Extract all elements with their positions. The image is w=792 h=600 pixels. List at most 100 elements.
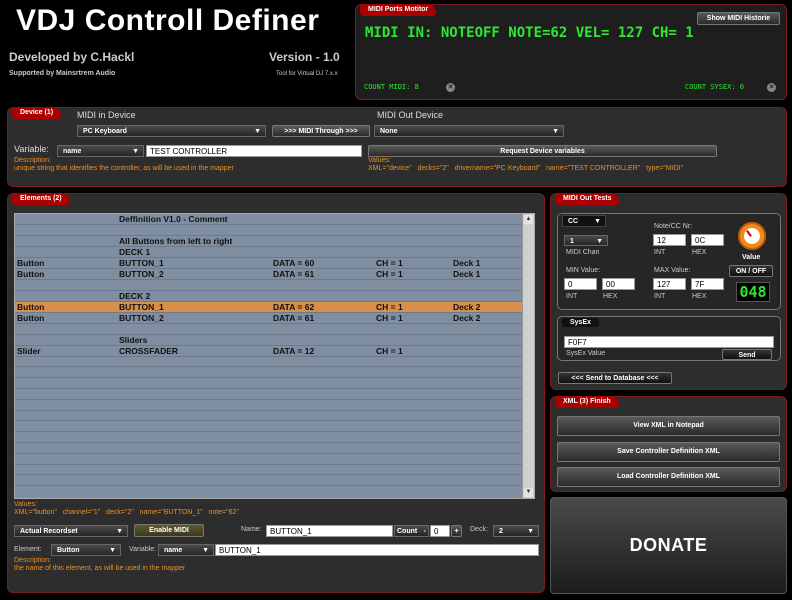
count-plus-button[interactable]: + xyxy=(451,525,462,537)
elements-table[interactable]: Deffinition V1.0 - Comment All Buttons fr… xyxy=(15,214,534,486)
table-cell xyxy=(271,464,374,475)
value-knob[interactable] xyxy=(738,222,766,250)
min-hex-label: HEX xyxy=(603,293,618,300)
count-input[interactable]: 0 xyxy=(430,525,450,537)
scroll-up-icon[interactable]: ▲ xyxy=(524,215,533,224)
midi-in-label: MIDI in Device xyxy=(77,110,136,120)
min-int-input[interactable]: 0 xyxy=(564,278,597,290)
table-row[interactable] xyxy=(15,377,534,389)
table-cell xyxy=(374,389,451,400)
xml-tab: XML (3) Finish xyxy=(555,396,619,408)
element-type-select[interactable]: Button ▼ xyxy=(51,544,121,556)
table-row[interactable]: Button BUTTON_2 DATA = 61 CH = 1 Deck 1 xyxy=(15,268,534,280)
table-row[interactable]: Button BUTTON_1 DATA = 62 CH = 1 Deck 2 xyxy=(15,301,534,313)
midi-type-select[interactable]: CC ▼ xyxy=(562,215,606,227)
table-cell xyxy=(271,378,374,389)
element-variable-input[interactable]: BUTTON_1 xyxy=(215,544,539,556)
scroll-down-icon[interactable]: ▼ xyxy=(524,488,533,497)
load-xml-button[interactable]: Load Controller Definition XML xyxy=(557,467,780,487)
table-row[interactable]: Button BUTTON_2 DATA = 61 CH = 1 Deck 2 xyxy=(15,312,534,324)
chevron-down-icon: ▼ xyxy=(254,128,261,135)
device-variable-value: name xyxy=(63,148,82,155)
recordset-value: Actual Recordset xyxy=(20,528,78,535)
count-minus-button[interactable]: - xyxy=(424,526,426,537)
deck-select[interactable]: 2 ▼ xyxy=(493,525,539,537)
midi-in-device-select[interactable]: PC Keyboard ▼ xyxy=(77,125,266,137)
value-lcd: 048 xyxy=(736,282,770,302)
table-cell xyxy=(374,367,451,378)
table-row[interactable]: DECK 1 xyxy=(15,246,534,258)
table-row[interactable]: Button BUTTON_1 DATA = 60 CH = 1 Deck 1 xyxy=(15,257,534,269)
reset-midi-count-icon[interactable]: ✕ xyxy=(446,83,455,92)
save-xml-button[interactable]: Save Controller Definition XML xyxy=(557,442,780,462)
device-variable-select[interactable]: name ▼ xyxy=(57,145,144,157)
midi-out-device-select[interactable]: None ▼ xyxy=(374,125,564,137)
table-cell xyxy=(374,410,451,421)
count-midi-label: COUNT MIDI: 8 xyxy=(364,83,419,91)
table-cell xyxy=(117,367,271,378)
reset-sysex-count-icon[interactable]: ✕ xyxy=(767,83,776,92)
table-cell xyxy=(117,378,271,389)
chevron-down-icon: ▼ xyxy=(116,528,123,535)
sysex-input[interactable]: F0F7 xyxy=(564,336,774,348)
min-hex-input[interactable]: 00 xyxy=(602,278,635,290)
table-cell xyxy=(374,280,451,291)
table-row[interactable] xyxy=(15,224,534,236)
note-int-input[interactable]: 12 xyxy=(653,234,686,246)
value-label: Value xyxy=(742,254,761,261)
donate-button[interactable]: DONATE xyxy=(550,497,787,594)
table-row[interactable]: Slider CROSSFADER DATA = 12 CH = 1 xyxy=(15,345,534,357)
table-cell: CH = 1 xyxy=(376,301,403,312)
view-xml-button[interactable]: View XML in Notepad xyxy=(557,416,780,436)
table-row[interactable]: Deffinition V1.0 - Comment xyxy=(15,214,534,225)
table-row[interactable] xyxy=(15,410,534,421)
on-off-button[interactable]: ON / OFF xyxy=(729,265,773,277)
device-variable-label: Variable: xyxy=(14,144,49,154)
table-cell xyxy=(15,236,117,247)
request-device-variables-button[interactable]: Request Device variables xyxy=(368,145,717,157)
midi-chan-label: MIDI Chan xyxy=(566,249,600,256)
table-row[interactable] xyxy=(15,420,534,432)
table-row[interactable]: All Buttons from left to right xyxy=(15,235,534,247)
table-row[interactable]: Sliders xyxy=(15,334,534,346)
table-row[interactable] xyxy=(15,356,534,367)
supported-text: Supported by Mainsrtrem Audio xyxy=(9,70,116,77)
table-row[interactable] xyxy=(15,388,534,400)
table-row[interactable] xyxy=(15,431,534,443)
midi-through-button[interactable]: >>> MIDI Through >>> xyxy=(272,125,370,137)
table-cell xyxy=(15,323,117,334)
elements-panel: Elements (2) Deffinition V1.0 - Comment A… xyxy=(7,193,545,593)
table-row[interactable] xyxy=(15,442,534,454)
recordset-select[interactable]: Actual Recordset ▼ xyxy=(14,525,128,537)
device-variable-input[interactable]: TEST CONTROLLER xyxy=(146,145,362,157)
app-title: VDJ Controll Definer xyxy=(16,4,320,37)
sysex-send-button[interactable]: Send xyxy=(722,349,772,360)
note-hex-input[interactable]: 0C xyxy=(691,234,724,246)
min-value-label: MIN Value: xyxy=(566,267,601,274)
chevron-down-icon: ▼ xyxy=(552,128,559,135)
table-row[interactable] xyxy=(15,279,534,291)
tagline-text: Tool for Virtual DJ 7.x.x xyxy=(276,71,338,77)
table-row[interactable] xyxy=(15,474,534,486)
table-row[interactable] xyxy=(15,366,534,378)
table-row[interactable] xyxy=(15,399,534,411)
midi-out-tab: MIDI Out Tests xyxy=(555,193,620,205)
max-int-input[interactable]: 127 xyxy=(653,278,686,290)
elements-table-frame: Deffinition V1.0 - Comment All Buttons fr… xyxy=(14,213,535,499)
element-variable-select[interactable]: name ▼ xyxy=(158,544,214,556)
elements-tab: Elements (2) xyxy=(12,193,70,205)
send-to-database-button[interactable]: <<< Send to Database <<< xyxy=(558,372,672,384)
table-scrollbar[interactable]: ▲ ▼ xyxy=(522,214,534,498)
table-row[interactable] xyxy=(15,453,534,465)
developer-text: Developed by C.Hackl xyxy=(9,50,135,64)
element-name-input[interactable]: BUTTON_1 xyxy=(266,525,393,537)
table-row[interactable]: DECK 2 xyxy=(15,290,534,302)
enable-midi-button[interactable]: Enable MIDI xyxy=(134,524,204,537)
show-midi-history-button[interactable]: Show MIDI Historie xyxy=(697,12,780,25)
midi-chan-select[interactable]: 1 ▼ xyxy=(564,235,608,246)
table-row[interactable] xyxy=(15,323,534,335)
table-row[interactable] xyxy=(15,464,534,475)
table-cell: DATA = 62 xyxy=(273,301,315,312)
midi-message-display: MIDI IN: NOTEOFF NOTE=62 VEL= 127 CH= 1 xyxy=(365,25,694,41)
max-hex-input[interactable]: 7F xyxy=(691,278,724,290)
